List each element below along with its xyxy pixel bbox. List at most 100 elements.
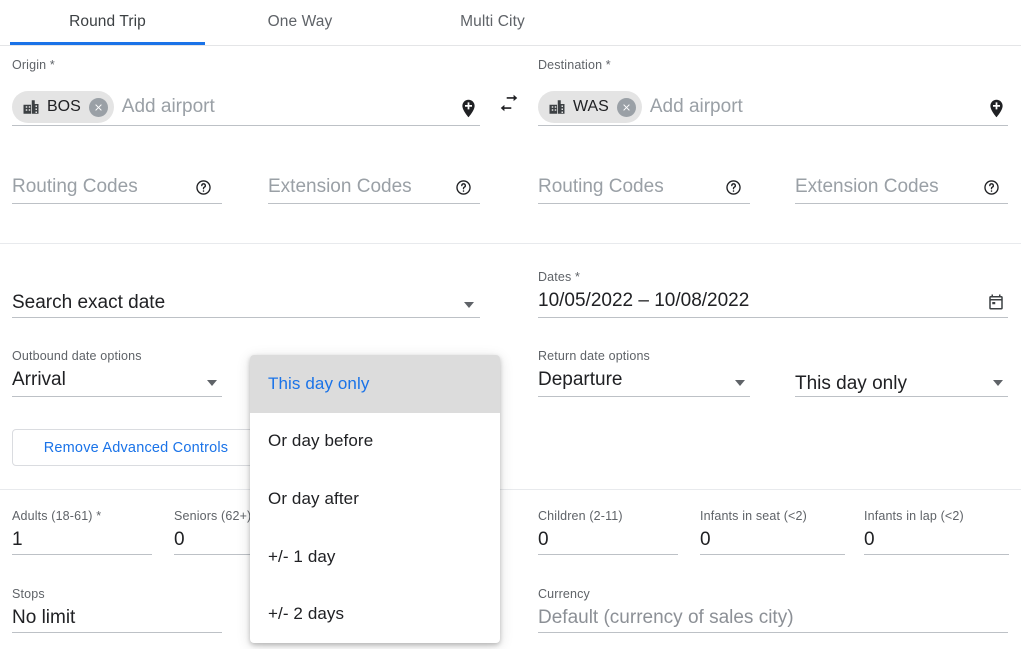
dates-underline <box>538 317 1008 318</box>
active-tab-indicator <box>10 42 205 45</box>
origin-underline <box>12 125 480 126</box>
section-divider-1 <box>0 243 1021 244</box>
origin-chip-row[interactable]: BOS Add airport <box>12 89 480 125</box>
adults-underline <box>12 554 152 555</box>
currency-value: Default (currency of sales city) <box>538 605 1008 631</box>
infants-in-lap-value: 0 <box>864 527 1009 553</box>
dates-field[interactable]: Dates * 10/05/2022 – 10/08/2022 <box>538 270 1008 318</box>
calendar-icon[interactable] <box>984 290 1008 314</box>
origin-label: Origin * <box>12 58 480 72</box>
city-building-icon <box>22 98 40 116</box>
destination-chip-row[interactable]: WAS Add airport <box>538 89 1008 125</box>
children-underline <box>538 554 678 555</box>
dates-label: Dates * <box>538 270 1008 284</box>
destination-underline <box>538 125 1008 126</box>
help-circle-icon[interactable] <box>982 178 1000 196</box>
destination-routing-codes-underline <box>538 203 750 204</box>
section-divider-2 <box>0 489 1021 490</box>
children-field[interactable]: Children (2-11) 0 <box>538 509 678 555</box>
destination-routing-codes-placeholder: Routing Codes <box>538 174 750 200</box>
add-location-pin-icon[interactable] <box>456 96 480 120</box>
return-date-options-underline <box>538 396 750 397</box>
tab-multi-city[interactable]: Multi City <box>410 0 575 44</box>
tab-one-way[interactable]: One Way <box>220 0 380 44</box>
infants-in-lap-label: Infants in lap (<2) <box>864 509 1009 523</box>
menu-item-or-day-after[interactable]: Or day after <box>250 470 500 528</box>
menu-item-this-day-only[interactable]: This day only <box>250 355 500 413</box>
origin-extension-codes-underline <box>268 203 480 204</box>
infants-in-seat-label: Infants in seat (<2) <box>700 509 845 523</box>
return-date-options-label: Return date options <box>538 349 750 363</box>
outbound-date-options-label: Outbound date options <box>12 349 222 363</box>
destination-extension-codes-underline <box>795 203 1008 204</box>
infants-in-seat-field[interactable]: Infants in seat (<2) 0 <box>700 509 845 555</box>
origin-routing-codes-field[interactable]: Routing Codes <box>12 174 222 204</box>
menu-item-plus-minus-2-days[interactable]: +/- 2 days <box>250 585 500 643</box>
origin-chip-bos[interactable]: BOS <box>12 91 114 123</box>
city-building-icon <box>548 98 566 116</box>
origin-routing-codes-underline <box>12 203 222 204</box>
destination-extension-codes-placeholder: Extension Codes <box>795 174 1008 200</box>
adults-label: Adults (18-61) * <box>12 509 152 523</box>
chevron-down-icon[interactable] <box>735 380 745 386</box>
return-date-options-value: Departure <box>538 367 750 393</box>
menu-item-or-day-before[interactable]: Or day before <box>250 413 500 471</box>
destination-field[interactable]: Destination * WAS Add airport <box>538 58 1008 126</box>
remove-advanced-controls-button[interactable]: Remove Advanced Controls <box>12 429 260 466</box>
stops-underline <box>12 632 222 633</box>
infants-in-lap-field[interactable]: Infants in lap (<2) 0 <box>864 509 1009 555</box>
date-search-type-select[interactable]: Search exact date <box>12 290 480 318</box>
date-search-type-value: Search exact date <box>12 290 480 316</box>
outbound-date-options-underline <box>12 396 222 397</box>
infants-in-seat-underline <box>700 554 845 555</box>
return-date-flexibility-underline <box>795 396 1008 397</box>
children-label: Children (2-11) <box>538 509 678 523</box>
remove-advanced-controls-label: Remove Advanced Controls <box>44 440 229 456</box>
adults-field[interactable]: Adults (18-61) * 1 <box>12 509 152 555</box>
origin-chip-label: BOS <box>47 98 81 116</box>
return-date-options-select[interactable]: Return date options Departure <box>538 349 750 397</box>
add-location-pin-icon[interactable] <box>984 96 1008 120</box>
infants-in-lap-underline <box>864 554 1009 555</box>
origin-field[interactable]: Origin * BOS Add airport <box>12 58 480 126</box>
outbound-date-flexibility-menu[interactable]: This day only Or day before Or day after… <box>250 355 500 643</box>
currency-underline <box>538 632 1008 633</box>
adults-value: 1 <box>12 527 152 553</box>
origin-chip-remove-icon[interactable] <box>89 98 108 117</box>
destination-extension-codes-field[interactable]: Extension Codes <box>795 174 1008 204</box>
help-circle-icon[interactable] <box>194 178 212 196</box>
outbound-date-options-value: Arrival <box>12 367 222 393</box>
tab-round-trip[interactable]: Round Trip <box>10 0 205 44</box>
return-date-flexibility-select[interactable]: This day only <box>795 349 1008 397</box>
stops-value: No limit <box>12 605 222 631</box>
destination-chip-label: WAS <box>573 98 609 116</box>
trip-type-tabbar: Round Trip One Way Multi City <box>0 0 1021 46</box>
help-circle-icon[interactable] <box>724 178 742 196</box>
destination-input-placeholder[interactable]: Add airport <box>650 94 743 120</box>
outbound-date-options-select[interactable]: Outbound date options Arrival <box>12 349 222 397</box>
dates-value: 10/05/2022 – 10/08/2022 <box>538 288 1008 314</box>
chevron-down-icon[interactable] <box>993 380 1003 386</box>
origin-extension-codes-field[interactable]: Extension Codes <box>268 174 480 204</box>
stops-label: Stops <box>12 587 222 601</box>
swap-horizontal-icon[interactable] <box>496 90 522 116</box>
stops-field[interactable]: Stops No limit <box>12 587 222 633</box>
chevron-down-icon[interactable] <box>464 302 474 308</box>
destination-label: Destination * <box>538 58 1008 72</box>
menu-item-plus-minus-1-day[interactable]: +/- 1 day <box>250 528 500 586</box>
currency-label: Currency <box>538 587 1008 601</box>
return-date-flexibility-value: This day only <box>795 371 1008 397</box>
origin-routing-codes-placeholder: Routing Codes <box>12 174 222 200</box>
currency-field[interactable]: Currency Default (currency of sales city… <box>538 587 1008 633</box>
infants-in-seat-value: 0 <box>700 527 845 553</box>
flight-search-form: Round Trip One Way Multi City Origin * B… <box>0 0 1021 649</box>
destination-chip-was[interactable]: WAS <box>538 91 642 123</box>
help-circle-icon[interactable] <box>454 178 472 196</box>
chevron-down-icon[interactable] <box>207 380 217 386</box>
origin-extension-codes-placeholder: Extension Codes <box>268 174 480 200</box>
destination-routing-codes-field[interactable]: Routing Codes <box>538 174 750 204</box>
date-search-type-underline <box>12 317 480 318</box>
destination-chip-remove-icon[interactable] <box>617 98 636 117</box>
origin-input-placeholder[interactable]: Add airport <box>122 94 215 120</box>
children-value: 0 <box>538 527 678 553</box>
